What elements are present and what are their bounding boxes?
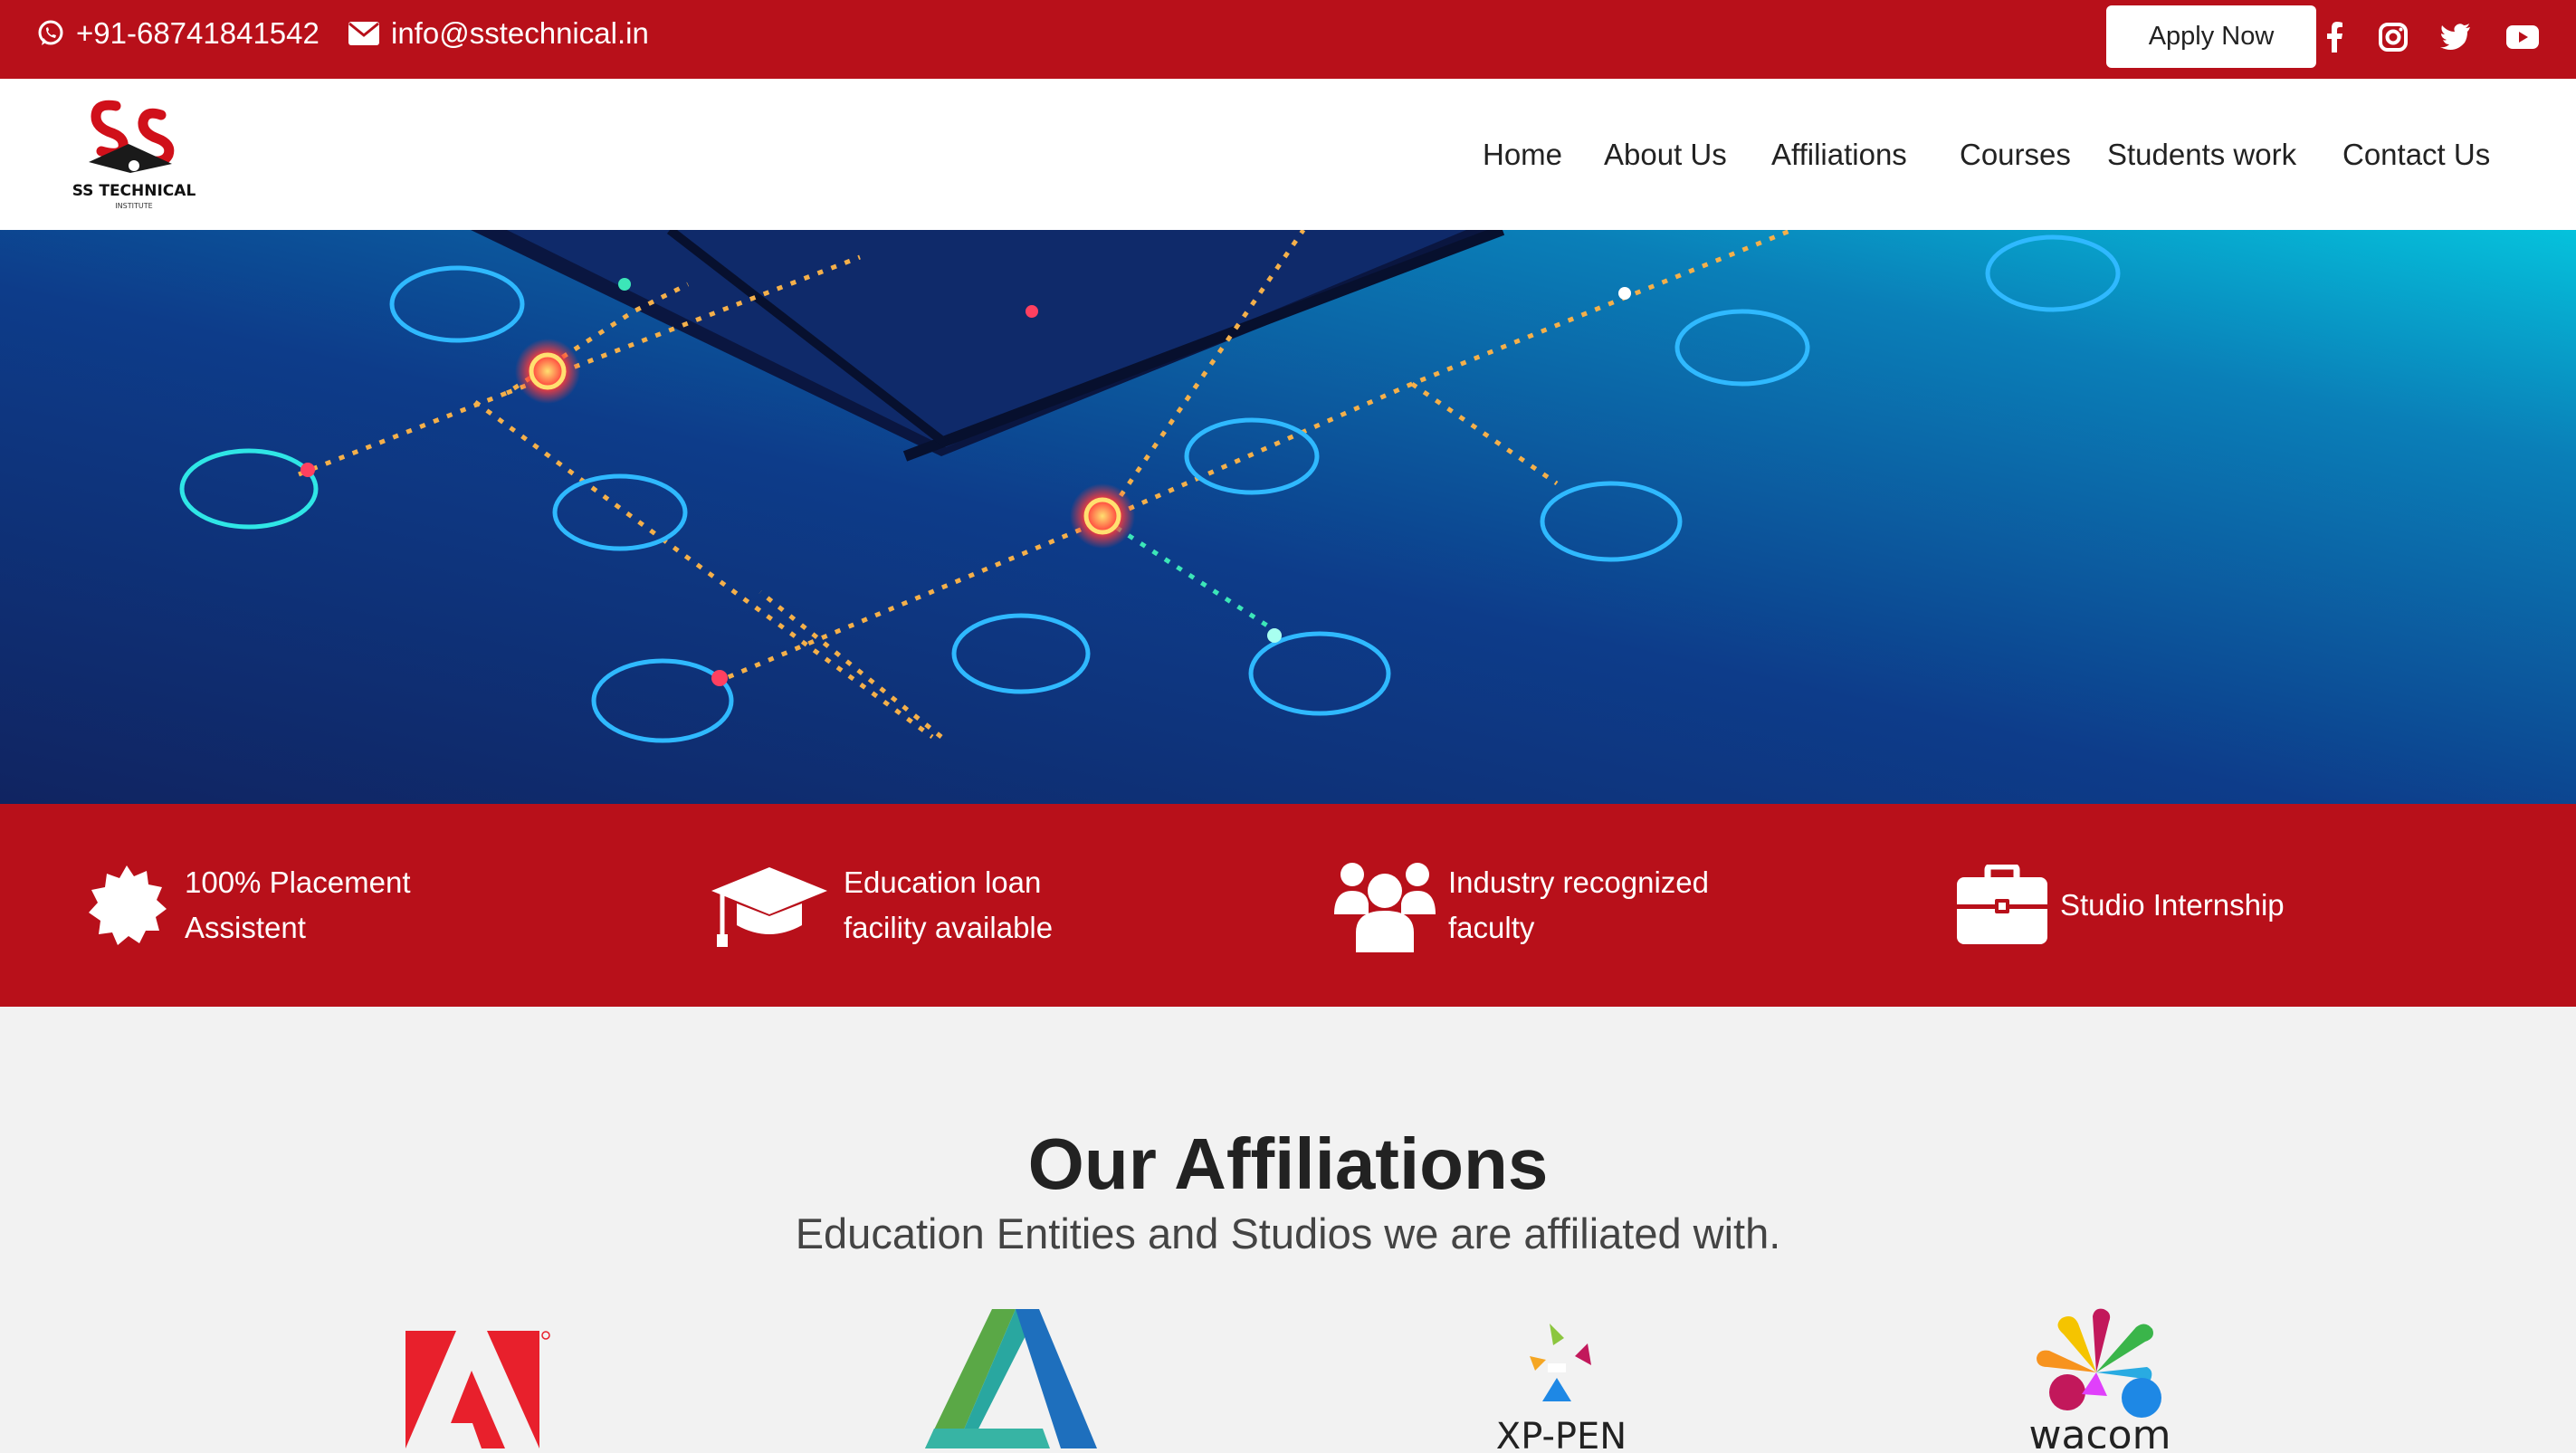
feature-label: Industry recognized faculty (1448, 865, 1709, 944)
top-bar: +91-68741841542 info@sstechnical.in Appl… (0, 0, 2576, 79)
instagram-icon[interactable] (2374, 18, 2412, 56)
main-navbar: SS TECHNICAL INSTITUTE Home About Us Aff… (0, 79, 2576, 230)
youtube-icon[interactable] (2504, 18, 2542, 56)
feature-label: Studio Internship (2060, 888, 2285, 922)
feature-faculty: Industry recognized faculty (1332, 804, 1709, 1007)
nav-about-us[interactable]: About Us (1604, 79, 1727, 230)
users-icon (1332, 858, 1437, 952)
xp-pen-wordmark: XP-PEN (1496, 1416, 1627, 1448)
affiliations-title: Our Affiliations (1027, 1123, 1549, 1204)
badge-icon (80, 862, 174, 949)
facebook-icon[interactable] (2315, 18, 2353, 56)
feature-placement: 100% Placement Assistent (80, 804, 410, 1007)
phone-number: +91-68741841542 (76, 16, 320, 50)
nav-contact-us[interactable]: Contact Us (2342, 79, 2490, 230)
graduation-cap-icon (706, 862, 833, 949)
feature-label: Education loan facility available (844, 865, 1054, 944)
nav-students-work[interactable]: Students work (2107, 79, 2296, 230)
wacom-wordmark: wacom (2029, 1412, 2171, 1448)
phone-contact[interactable]: +91-68741841542 (36, 16, 320, 51)
hero-tech-illustration (0, 230, 2576, 804)
site-logo[interactable]: SS TECHNICAL INSTITUTE (71, 95, 197, 213)
envelope-icon (348, 22, 379, 45)
feature-label: 100% Placement Assistent (185, 865, 411, 944)
briefcase-icon (1955, 865, 2049, 946)
logo-subtext: INSTITUTE (115, 202, 152, 210)
nav-courses[interactable]: Courses (1960, 79, 2071, 230)
features-strip: 100% Placement Assistent Education loan … (0, 804, 2576, 1007)
whatsapp-icon (38, 20, 63, 45)
wacom-logo[interactable]: wacom (2009, 1307, 2190, 1453)
hero-banner (0, 230, 2576, 804)
twitter-icon[interactable] (2437, 18, 2475, 56)
logo-text: SS TECHNICAL (72, 182, 196, 200)
apply-now-button[interactable]: Apply Now (2106, 5, 2316, 68)
autodesk-logo-icon[interactable] (925, 1309, 1097, 1453)
affiliations-subtitle: Education Entities and Studios we are af… (795, 1209, 1781, 1257)
nav-home[interactable]: Home (1483, 79, 1562, 230)
nav-affiliations[interactable]: Affiliations (1771, 79, 1907, 230)
email-contact[interactable]: info@sstechnical.in (348, 16, 649, 51)
feature-internship: Studio Internship (1955, 804, 2285, 1007)
email-address: info@sstechnical.in (391, 16, 649, 50)
feature-education-loan: Education loan facility available (706, 804, 1053, 1007)
adobe-logo-icon[interactable] (398, 1331, 552, 1453)
xp-pen-logo[interactable]: XP-PEN (1475, 1324, 1647, 1453)
